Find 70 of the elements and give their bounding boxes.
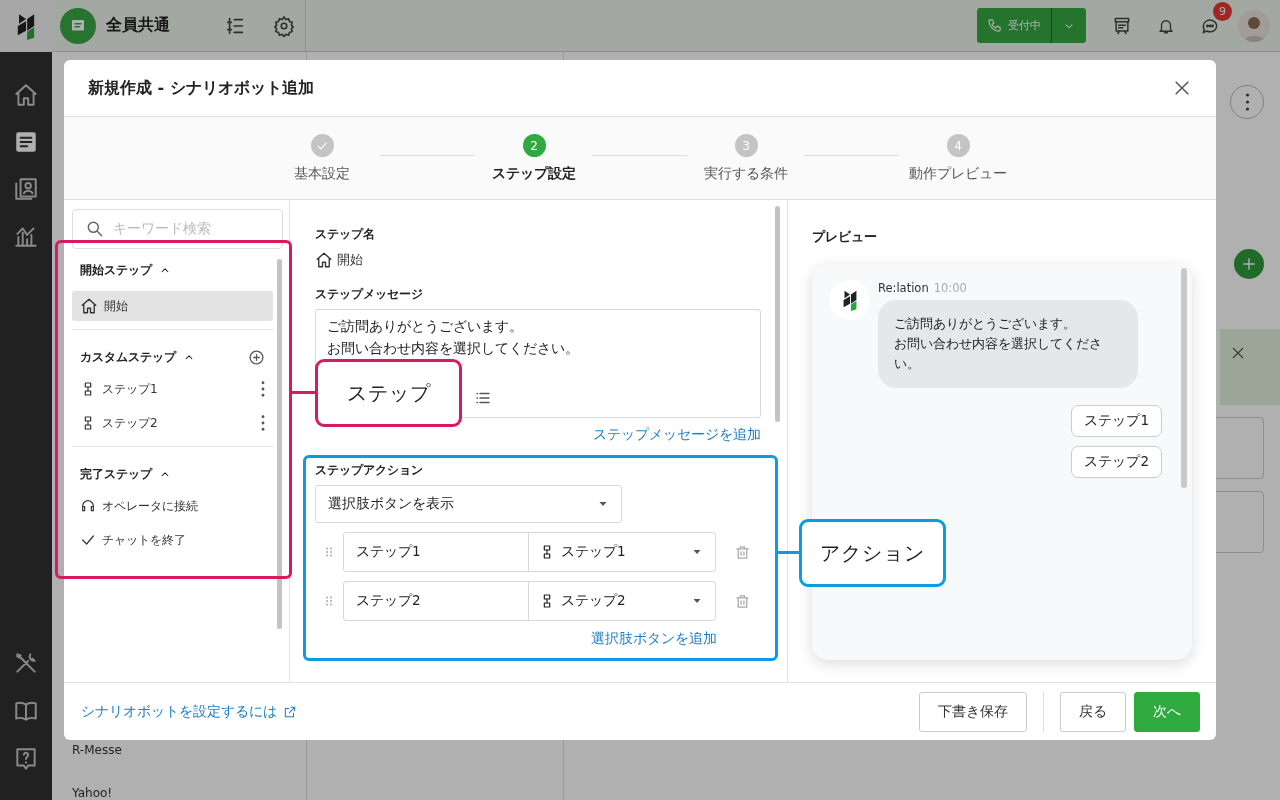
callout-tooltip: アクション — [799, 519, 946, 587]
help-icon — [13, 746, 39, 772]
notification-badge: 9 — [1213, 1, 1232, 21]
plus-icon — [1240, 255, 1258, 273]
step-item[interactable]: チャットを終了 — [72, 525, 273, 555]
message-time: 10:00 — [933, 281, 967, 295]
step-name: 開始 — [337, 251, 363, 269]
step-label: 実行する条件 — [704, 165, 788, 183]
delete-button[interactable] — [734, 543, 751, 561]
message-line: お問い合わせ内容を選択してください。 — [894, 335, 1103, 373]
external-link-icon — [283, 704, 297, 719]
drag-handle-icon — [323, 595, 335, 607]
home-icon — [13, 82, 39, 108]
field-label: ステップアクション — [315, 462, 424, 479]
field-label: ステップ名 — [315, 226, 376, 243]
secondary-button[interactable]: 下書き保存 — [919, 691, 1027, 732]
drag-handle-icon — [323, 546, 335, 558]
trash-icon — [734, 592, 751, 610]
step-item[interactable]: ステップ2 — [72, 408, 273, 438]
kebab-icon — [261, 415, 265, 431]
phone-icon — [987, 18, 1002, 33]
search-icon — [85, 219, 105, 239]
settings-icon — [273, 14, 295, 37]
close-icon — [1230, 345, 1246, 361]
add-button[interactable] — [1234, 249, 1264, 279]
step-item[interactable]: ステップ1 — [72, 374, 273, 404]
inbox-icon — [13, 129, 39, 155]
sender-name: Re:lation — [878, 281, 929, 295]
preview-title: プレビュー — [812, 228, 878, 246]
inbox-icon[interactable] — [60, 7, 96, 44]
section-title: カスタムステップ — [80, 348, 176, 366]
help-link[interactable]: シナリオボットを設定するには — [81, 702, 297, 721]
choice-button[interactable]: ステップ2 — [1071, 446, 1162, 478]
step-indicator: 2 — [522, 134, 546, 157]
leader-line — [777, 551, 799, 554]
leader-line — [291, 391, 315, 394]
dialog-title: 新規作成 - シナリオボット追加 — [88, 77, 314, 99]
step-item[interactable]: オペレータに接続 — [72, 491, 273, 521]
check-icon — [80, 532, 96, 548]
step-label: ステップ設定 — [492, 165, 576, 183]
step-indicator: 3 — [734, 134, 758, 157]
trash-icon — [734, 543, 751, 561]
field-label: ステップメッセージ — [315, 286, 424, 303]
home-icon — [80, 297, 98, 315]
kebab-icon — [1244, 93, 1250, 111]
kebab-icon — [261, 381, 265, 397]
message-line: ご訪問ありがとうございます。 — [327, 317, 524, 336]
add-choice-link[interactable]: 選択肢ボタンを追加 — [591, 630, 717, 648]
message-line: ご訪問ありがとうございます。 — [894, 315, 1077, 333]
section-title: 完了ステップ — [80, 465, 152, 483]
callout-tooltip: ステップ — [315, 359, 462, 427]
step-label: 基本設定 — [294, 165, 350, 183]
secondary-button[interactable]: 戻る — [1060, 691, 1126, 732]
tools-icon — [13, 650, 39, 676]
section-title: 開始ステップ — [80, 261, 152, 279]
message-line: お問い合わせ内容を選択してください。 — [327, 339, 580, 358]
home-icon — [315, 251, 333, 269]
list-item[interactable]: Yahoo! — [72, 771, 306, 800]
action-select[interactable]: 選択肢ボタンを表示 — [315, 485, 622, 523]
add-circle-icon — [248, 348, 265, 366]
delete-button[interactable] — [734, 592, 751, 610]
step-indicator: 4 — [946, 134, 970, 157]
contacts-icon — [13, 176, 39, 202]
board-icon — [1112, 15, 1132, 36]
add-message-link[interactable]: ステップメッセージを追加 — [593, 426, 761, 444]
step-label: 動作プレビュー — [909, 165, 1007, 183]
choice-button[interactable]: ステップ1 — [1071, 405, 1162, 437]
step-item[interactable]: 開始 — [72, 291, 273, 321]
inbox-name: 全員共通 — [106, 15, 170, 36]
headset-icon — [80, 498, 96, 514]
